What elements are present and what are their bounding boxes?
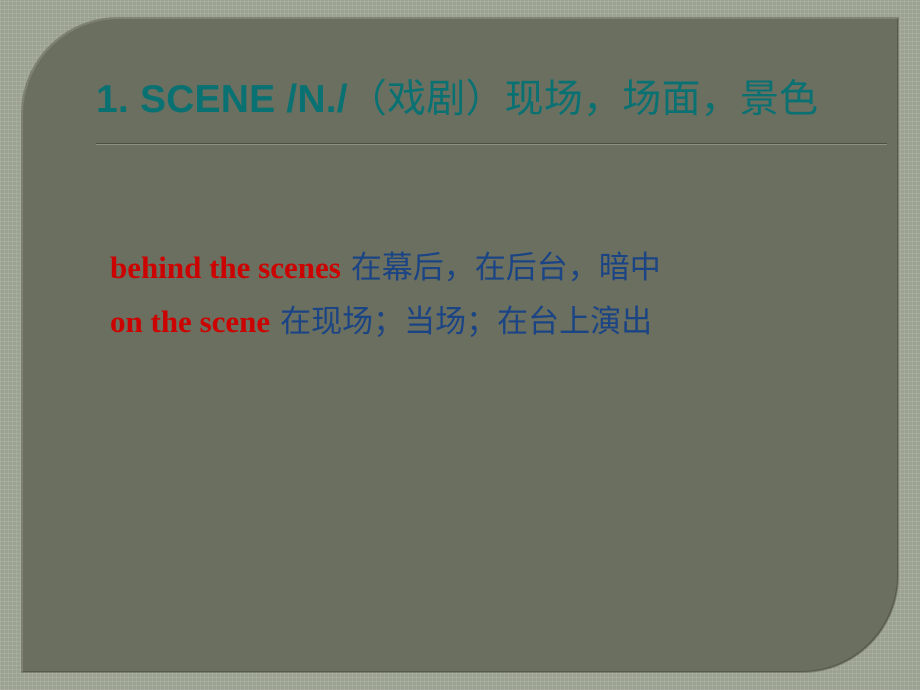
page-title: 1. SCENE /N./（戏剧）现场，场面，景色 bbox=[96, 74, 866, 125]
list-item: on the scene 在现场；当场；在台上演出 bbox=[110, 302, 898, 342]
phrase-gloss: 在现场；当场；在台上演出 bbox=[280, 304, 653, 341]
title-divider bbox=[96, 143, 887, 146]
phrase-term: on the scene bbox=[110, 304, 271, 340]
phrase-term: behind the scenes bbox=[110, 250, 341, 285]
phrase-gloss: 在幕后，在后台，暗中 bbox=[350, 250, 661, 286]
slide-content-panel: 1. SCENE /N./（戏剧）现场，场面，景色 behind the sce… bbox=[22, 18, 898, 672]
divider-light-line bbox=[96, 144, 887, 145]
vocabulary-list: behind the scenes 在幕后，在后台，暗中 on the scene… bbox=[110, 248, 898, 357]
slide-title-block: 1. SCENE /N./（戏剧）现场，场面，景色 bbox=[96, 74, 866, 125]
presentation-slide: 1. SCENE /N./（戏剧）现场，场面，景色 behind the sce… bbox=[0, 0, 920, 690]
title-han-text: （戏剧）现场，场面，景色 bbox=[347, 77, 819, 122]
list-item: behind the scenes 在幕后，在后台，暗中 bbox=[110, 248, 898, 288]
title-latin-text: 1. SCENE /N./ bbox=[96, 78, 348, 121]
